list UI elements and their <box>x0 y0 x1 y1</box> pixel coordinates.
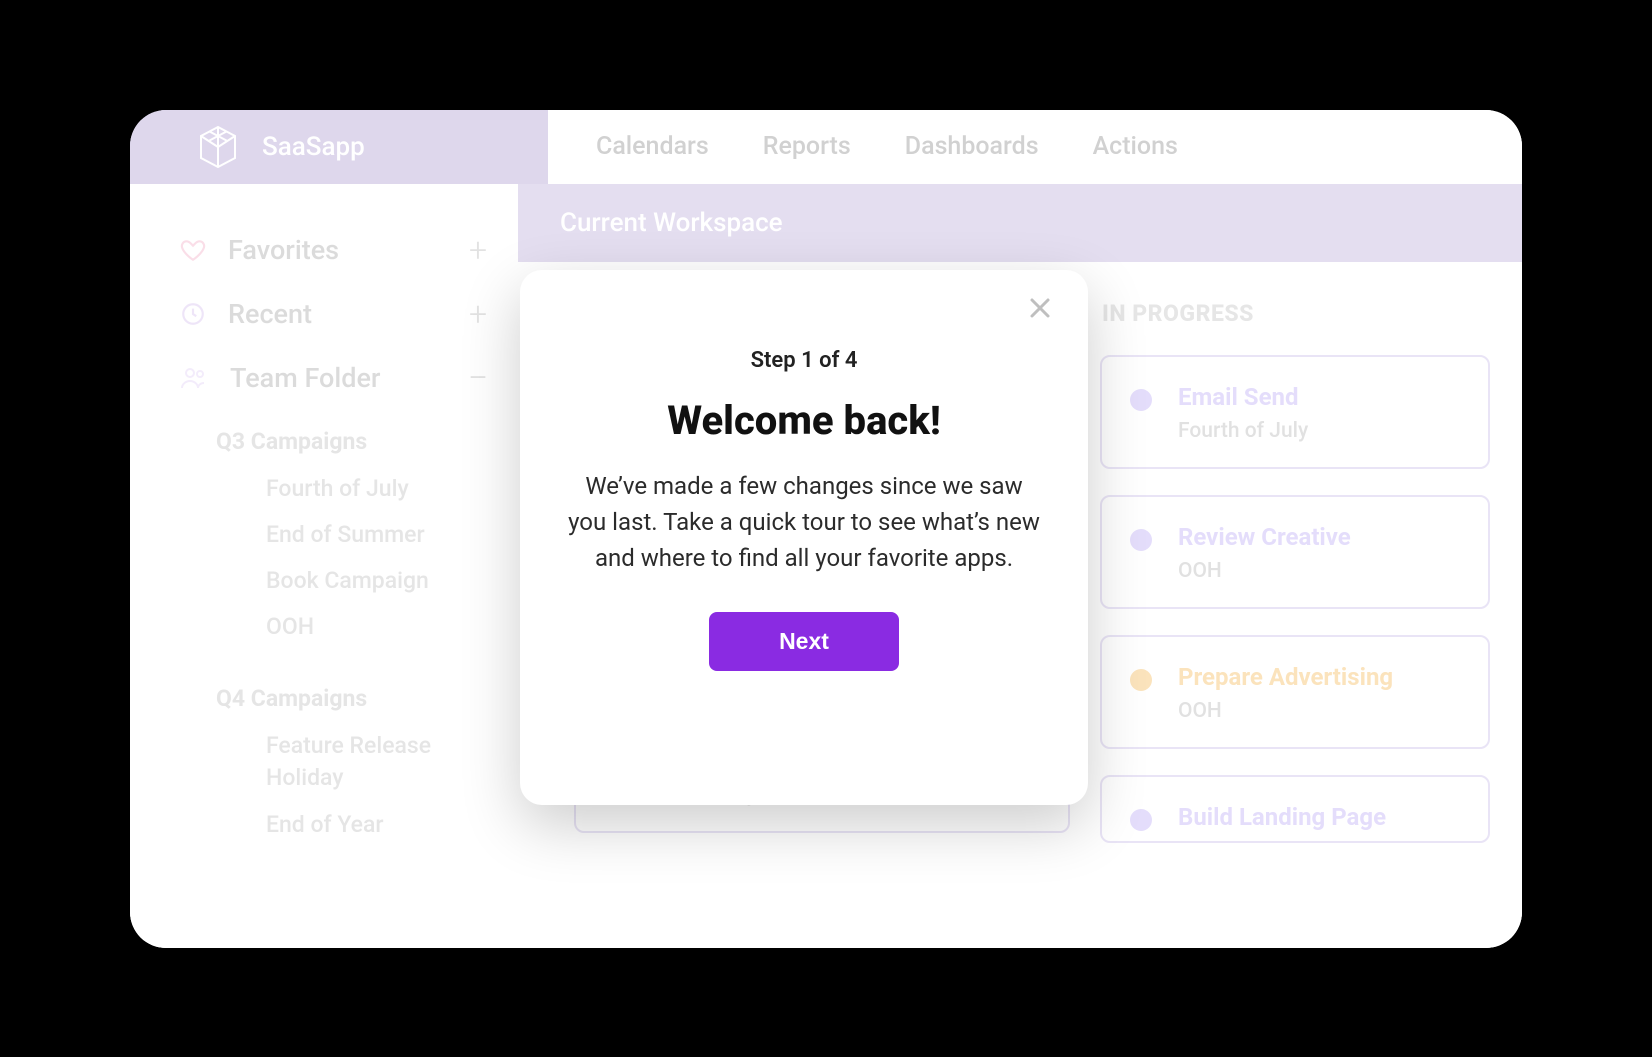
status-dot-icon <box>1130 669 1152 691</box>
sidebar-team-folder[interactable]: Team Folder − <box>180 346 490 410</box>
nav-calendars[interactable]: Calendars <box>596 132 709 161</box>
sidebar-group-title: Q4 Campaigns <box>216 685 490 712</box>
modal-body: We’ve made a few changes since we saw yo… <box>568 468 1040 576</box>
modal-step: Step 1 of 4 <box>550 348 1058 373</box>
minus-icon[interactable]: − <box>466 369 490 387</box>
close-button[interactable] <box>1022 292 1058 328</box>
sidebar-group-title: Q3 Campaigns <box>216 428 490 455</box>
onboarding-modal: Step 1 of 4 Welcome back! We’ve made a f… <box>520 270 1088 805</box>
sidebar-item-end-of-summer[interactable]: End of Summer <box>266 519 490 551</box>
brand-name: SaaSapp <box>262 132 365 162</box>
workspace-bar: Current Workspace <box>518 184 1522 262</box>
card-build-landing-page[interactable]: Build Landing Page <box>1100 775 1490 843</box>
close-icon <box>1028 296 1052 324</box>
people-icon <box>180 365 208 391</box>
status-dot-icon <box>1130 389 1152 411</box>
card-email-send[interactable]: Email Send Fourth of July <box>1100 355 1490 469</box>
sidebar-item-feature-release-holiday[interactable]: Feature Release Holiday <box>266 730 490 794</box>
next-button[interactable]: Next <box>709 612 899 671</box>
sidebar-favorites[interactable]: Favorites + <box>180 218 490 282</box>
sidebar-item-fourth-of-july[interactable]: Fourth of July <box>266 473 490 505</box>
status-dot-icon <box>1130 529 1152 551</box>
card-title: Build Landing Page <box>1178 803 1386 831</box>
topbar: SaaSapp Calendars Reports Dashboards Act… <box>130 110 1522 184</box>
nav-actions[interactable]: Actions <box>1093 132 1178 161</box>
plus-icon[interactable]: + <box>466 295 490 333</box>
brand-area: SaaSapp <box>130 110 548 184</box>
sidebar-label: Favorites <box>228 234 339 266</box>
card-prepare-advertising[interactable]: Prepare Advertising OOH <box>1100 635 1490 749</box>
top-nav: Calendars Reports Dashboards Actions <box>548 110 1522 184</box>
column-header: IN PROGRESS <box>1102 300 1490 327</box>
card-subtitle: Fourth of July <box>1178 419 1308 443</box>
sidebar-recent[interactable]: Recent + <box>180 282 490 346</box>
card-subtitle: OOH <box>1178 699 1393 723</box>
sidebar-item-end-of-year[interactable]: End of Year <box>266 809 490 841</box>
modal-title: Welcome back! <box>550 397 1058 444</box>
card-title: Review Creative <box>1178 523 1351 551</box>
clock-icon <box>180 301 206 327</box>
brand-logo-icon <box>198 125 238 169</box>
app-window: SaaSapp Calendars Reports Dashboards Act… <box>130 110 1522 948</box>
sidebar-item-ooh[interactable]: OOH <box>266 611 490 643</box>
board-column-in-progress: IN PROGRESS Email Send Fourth of July <box>1082 286 1522 869</box>
sidebar-item-book-campaign[interactable]: Book Campaign <box>266 565 490 597</box>
card-review-creative[interactable]: Review Creative OOH <box>1100 495 1490 609</box>
plus-icon[interactable]: + <box>466 231 490 269</box>
sidebar-label: Recent <box>228 298 312 330</box>
nav-reports[interactable]: Reports <box>763 132 851 161</box>
sidebar-label: Team Folder <box>230 362 380 394</box>
card-title: Prepare Advertising <box>1178 663 1393 691</box>
card-title: Email Send <box>1178 383 1308 411</box>
sidebar: Favorites + Recent + <box>130 184 518 948</box>
status-dot-icon <box>1130 809 1152 831</box>
heart-icon <box>180 237 206 263</box>
nav-dashboards[interactable]: Dashboards <box>905 132 1039 161</box>
workspace-title: Current Workspace <box>560 208 783 238</box>
card-subtitle: OOH <box>1178 559 1351 583</box>
